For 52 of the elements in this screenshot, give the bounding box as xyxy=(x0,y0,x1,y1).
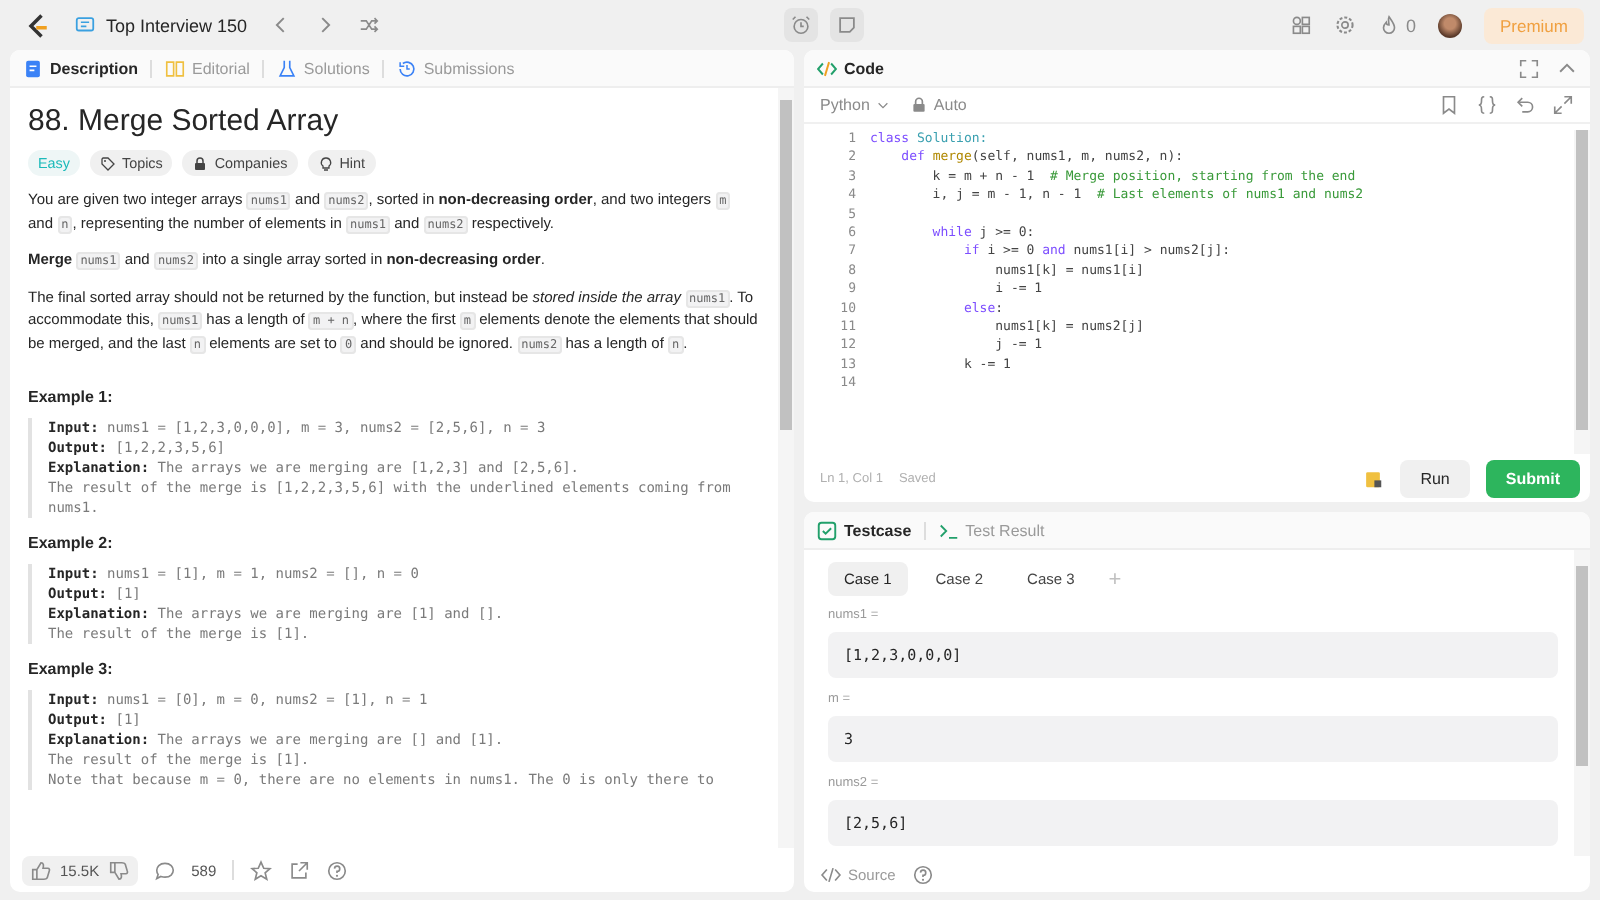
problem-list-button[interactable]: Top Interview 150 xyxy=(74,14,248,36)
checkbox-icon xyxy=(816,519,838,541)
list-icon xyxy=(74,14,96,36)
clipboard-icon[interactable] xyxy=(1362,467,1385,489)
settings-icon[interactable] xyxy=(1333,14,1356,36)
braces-icon[interactable] xyxy=(1476,94,1498,116)
flask-icon xyxy=(275,57,298,79)
alarm-clock-icon xyxy=(790,14,812,36)
notes-button[interactable] xyxy=(830,8,864,42)
history-icon xyxy=(395,57,418,79)
avatar[interactable] xyxy=(1437,13,1462,37)
logo-icon[interactable] xyxy=(24,11,52,39)
scrollbar[interactable] xyxy=(1574,550,1590,856)
layout-icon[interactable] xyxy=(1289,14,1312,36)
shuffle-icon[interactable] xyxy=(357,14,380,36)
example-heading: Example 2: xyxy=(28,534,115,552)
streak-count: 0 xyxy=(1405,15,1416,35)
code-icon xyxy=(820,863,842,885)
book-icon xyxy=(164,57,187,79)
fullscreen-icon[interactable] xyxy=(1518,57,1540,79)
scrollbar[interactable] xyxy=(1574,130,1590,454)
panel-tab[interactable]: Testcase xyxy=(816,519,912,541)
timer-button[interactable] xyxy=(784,8,818,42)
comment-icon[interactable] xyxy=(153,859,176,881)
panel-tab[interactable]: Description xyxy=(22,57,139,79)
flame-icon[interactable] xyxy=(1377,14,1400,36)
thumbs-up-icon[interactable] xyxy=(30,859,52,881)
problem-title: 88. Merge Sorted Array xyxy=(28,104,341,138)
language-dropdown[interactable]: Python xyxy=(820,96,890,114)
lightbulb-icon xyxy=(317,155,334,171)
undo-icon[interactable] xyxy=(1514,94,1536,116)
example-heading: Example 1: xyxy=(28,388,115,406)
share-icon[interactable] xyxy=(288,859,311,881)
run-button[interactable]: Run xyxy=(1400,459,1470,497)
star-icon[interactable] xyxy=(250,859,273,881)
document-icon xyxy=(22,57,44,79)
scrollbar[interactable] xyxy=(778,88,794,848)
panel-tab[interactable]: Code xyxy=(816,57,884,79)
example-heading: Example 3: xyxy=(28,660,115,678)
note-icon xyxy=(836,14,858,36)
lock-icon xyxy=(192,155,209,171)
terminal-icon xyxy=(937,519,960,541)
code-icon xyxy=(816,57,838,79)
bookmark-icon[interactable] xyxy=(1438,94,1460,116)
help-icon[interactable] xyxy=(911,863,934,885)
help-icon[interactable] xyxy=(326,859,349,881)
tag-icon xyxy=(99,155,116,171)
lock-icon xyxy=(909,96,928,114)
mode-label: Auto xyxy=(933,96,967,114)
chevron-down-icon xyxy=(875,98,890,112)
thumbs-down-icon[interactable] xyxy=(107,859,130,881)
expand-icon[interactable] xyxy=(1552,94,1574,116)
